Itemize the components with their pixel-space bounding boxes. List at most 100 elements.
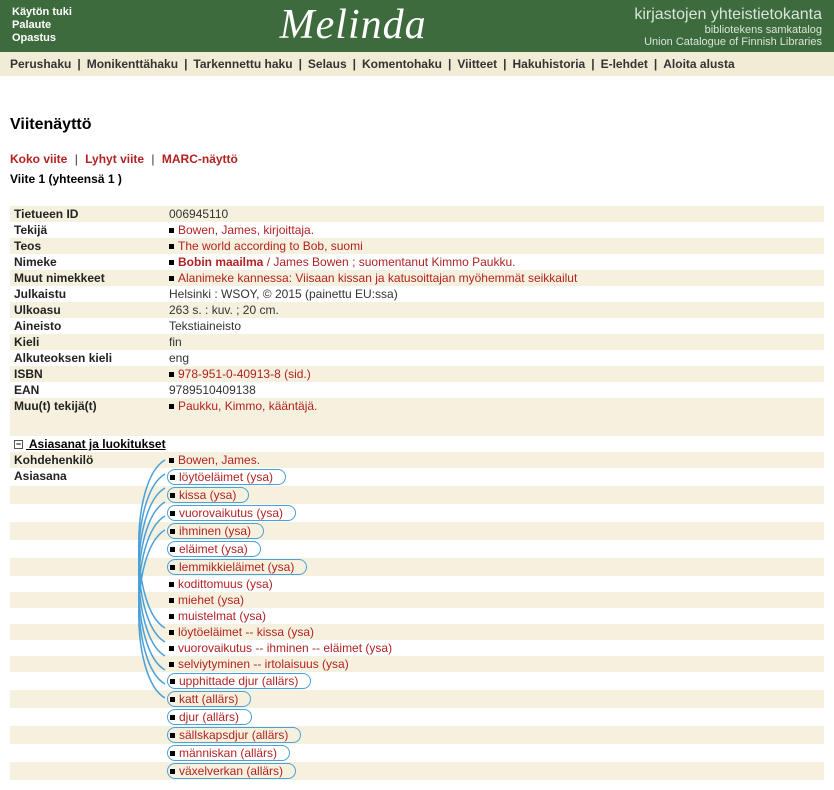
spacer — [10, 414, 824, 436]
field-label — [10, 640, 165, 656]
nav-item[interactable]: E-lehdet — [601, 57, 648, 71]
subject-link[interactable]: löytöeläimet (ysa) — [179, 470, 273, 484]
field-label: Aineisto — [10, 318, 165, 334]
annotation-circle: kissa (ysa) — [167, 487, 249, 503]
record-table: Tietueen ID006945110TekijäBowen, James, … — [10, 206, 824, 780]
bullet-icon — [170, 715, 175, 720]
subject-link[interactable]: djur (allärs) — [179, 710, 239, 724]
field-label: Muu(t) tekijä(t) — [10, 398, 165, 414]
tab-marc[interactable]: MARC-näyttö — [162, 152, 238, 166]
nav-item[interactable]: Perushaku — [10, 57, 71, 71]
subject-link[interactable]: kodittomuus (ysa) — [178, 577, 273, 591]
subject-row: människan (allärs) — [10, 744, 824, 762]
field-value: katt (allärs) — [165, 690, 824, 708]
subject-link[interactable]: löytöeläimet -- kissa (ysa) — [178, 625, 314, 639]
field-value: 9789510409138 — [165, 382, 824, 398]
field-value: selviytyminen -- irtolaisuus (ysa) — [165, 656, 824, 672]
record-row: AineistoTekstiaineisto — [10, 318, 824, 334]
subject-link[interactable]: vuorovaikutus -- ihminen -- eläimet (ysa… — [178, 641, 392, 655]
subject-link[interactable]: kissa (ysa) — [179, 488, 236, 502]
field-value: sällskapsdjur (allärs) — [165, 726, 824, 744]
nav-item[interactable]: Monikenttähaku — [87, 57, 178, 71]
section-header-row: − Asiasanat ja luokitukset — [10, 436, 824, 452]
record-row: Muu(t) tekijä(t) Paukku, Kimmo, kääntäjä. — [10, 398, 824, 414]
field-value: Bowen, James, kirjoittaja. — [165, 222, 824, 238]
bullet-icon — [169, 582, 174, 587]
field-link[interactable]: The world according to Bob, suomi — [178, 239, 363, 253]
field-link[interactable]: Bowen, James, kirjoittaja. — [178, 223, 314, 237]
header-link-kayton[interactable]: Käytön tuki — [12, 6, 72, 18]
subject-link[interactable]: lemmikkieläimet (ysa) — [179, 560, 294, 574]
record-row: Alkuteoksen kielieng — [10, 350, 824, 366]
section-header-link[interactable]: Asiasanat ja luokitukset — [26, 437, 166, 451]
tagline-2: bibliotekens samkatalog — [634, 24, 822, 36]
field-label — [10, 592, 165, 608]
nav-item[interactable]: Viitteet — [457, 57, 497, 71]
subject-link[interactable]: katt (allärs) — [179, 692, 238, 706]
field-value: muistelmat (ysa) — [165, 608, 824, 624]
bullet-icon — [169, 598, 174, 603]
subject-link[interactable]: vuorovaikutus (ysa) — [179, 506, 283, 520]
field-value: löytöeläimet -- kissa (ysa) — [165, 624, 824, 640]
subject-link[interactable]: selviytyminen -- irtolaisuus (ysa) — [178, 657, 349, 671]
nav-item[interactable]: Aloita alusta — [663, 57, 734, 71]
view-tabs: Koko viite | Lyhyt viite | MARC-näyttö — [10, 152, 824, 166]
nav-item[interactable]: Tarkennettu haku — [193, 57, 292, 71]
separator: | — [151, 152, 154, 166]
annotation-circle: växelverkan (allärs) — [167, 763, 296, 779]
annotation-circle: löytöeläimet (ysa) — [167, 469, 286, 485]
record-row: Kielifin — [10, 334, 824, 350]
header-link-opastus[interactable]: Opastus — [12, 32, 72, 44]
subject-link[interactable]: människan (allärs) — [179, 746, 277, 760]
header-left-links: Käytön tuki Palaute Opastus — [12, 6, 72, 44]
subject-link[interactable]: eläimet (ysa) — [179, 542, 248, 556]
field-label — [10, 672, 165, 690]
field-label — [10, 558, 165, 576]
field-label: Ulkoasu — [10, 302, 165, 318]
field-value: eng — [165, 350, 824, 366]
annotation-circle: upphittade djur (allärs) — [167, 673, 311, 689]
field-label: EAN — [10, 382, 165, 398]
subject-row: selviytyminen -- irtolaisuus (ysa) — [10, 656, 824, 672]
annotation-circle: djur (allärs) — [167, 709, 252, 725]
subject-link[interactable]: ihminen (ysa) — [179, 524, 251, 538]
nav-item[interactable]: Hakuhistoria — [513, 57, 586, 71]
tab-koko-viite[interactable]: Koko viite — [10, 152, 67, 166]
bullet-icon — [170, 679, 175, 684]
subject-link[interactable]: växelverkan (allärs) — [179, 764, 283, 778]
collapse-icon[interactable]: − — [14, 440, 23, 449]
nav-item[interactable]: Komentohaku — [362, 57, 442, 71]
field-value: löytöeläimet (ysa) — [165, 468, 824, 486]
field-link[interactable]: Paukku, Kimmo, kääntäjä. — [178, 399, 317, 413]
subject-link[interactable]: upphittade djur (allärs) — [179, 674, 298, 688]
field-link[interactable]: Bobin maailma / James Bowen ; suomentanu… — [178, 255, 515, 269]
annotation-circle: eläimet (ysa) — [167, 541, 261, 557]
field-link[interactable]: Bowen, James. — [178, 453, 260, 467]
separator: | — [503, 57, 506, 71]
tab-lyhyt-viite[interactable]: Lyhyt viite — [85, 152, 144, 166]
field-label: Nimeke — [10, 254, 165, 270]
separator: | — [654, 57, 657, 71]
page-title: Viitenäyttö — [10, 116, 824, 134]
field-link[interactable]: 978-951-0-40913-8 (sid.) — [178, 367, 311, 381]
subject-link[interactable]: miehet (ysa) — [178, 593, 244, 607]
field-label — [10, 504, 165, 522]
field-label: Alkuteoksen kieli — [10, 350, 165, 366]
field-label — [10, 486, 165, 504]
separator: | — [353, 57, 356, 71]
bullet-icon — [169, 630, 174, 635]
field-value: upphittade djur (allärs) — [165, 672, 824, 690]
field-link[interactable]: Alanimeke kannessa: Viisaan kissan ja ka… — [178, 271, 577, 285]
tagline-1: kirjastojen yhteistietokanta — [634, 6, 822, 24]
header-link-palaute[interactable]: Palaute — [12, 19, 72, 31]
annotation-circle: katt (allärs) — [167, 691, 251, 707]
subject-link[interactable]: sällskapsdjur (allärs) — [179, 728, 288, 742]
subject-link[interactable]: muistelmat (ysa) — [178, 609, 266, 623]
header-right: kirjastojen yhteistietokanta biblioteken… — [634, 6, 822, 44]
separator: | — [299, 57, 302, 71]
bullet-icon — [170, 733, 175, 738]
bullet-icon — [169, 662, 174, 667]
nav-item[interactable]: Selaus — [308, 57, 347, 71]
bullet-icon — [170, 475, 175, 480]
annotation-circle: människan (allärs) — [167, 745, 290, 761]
